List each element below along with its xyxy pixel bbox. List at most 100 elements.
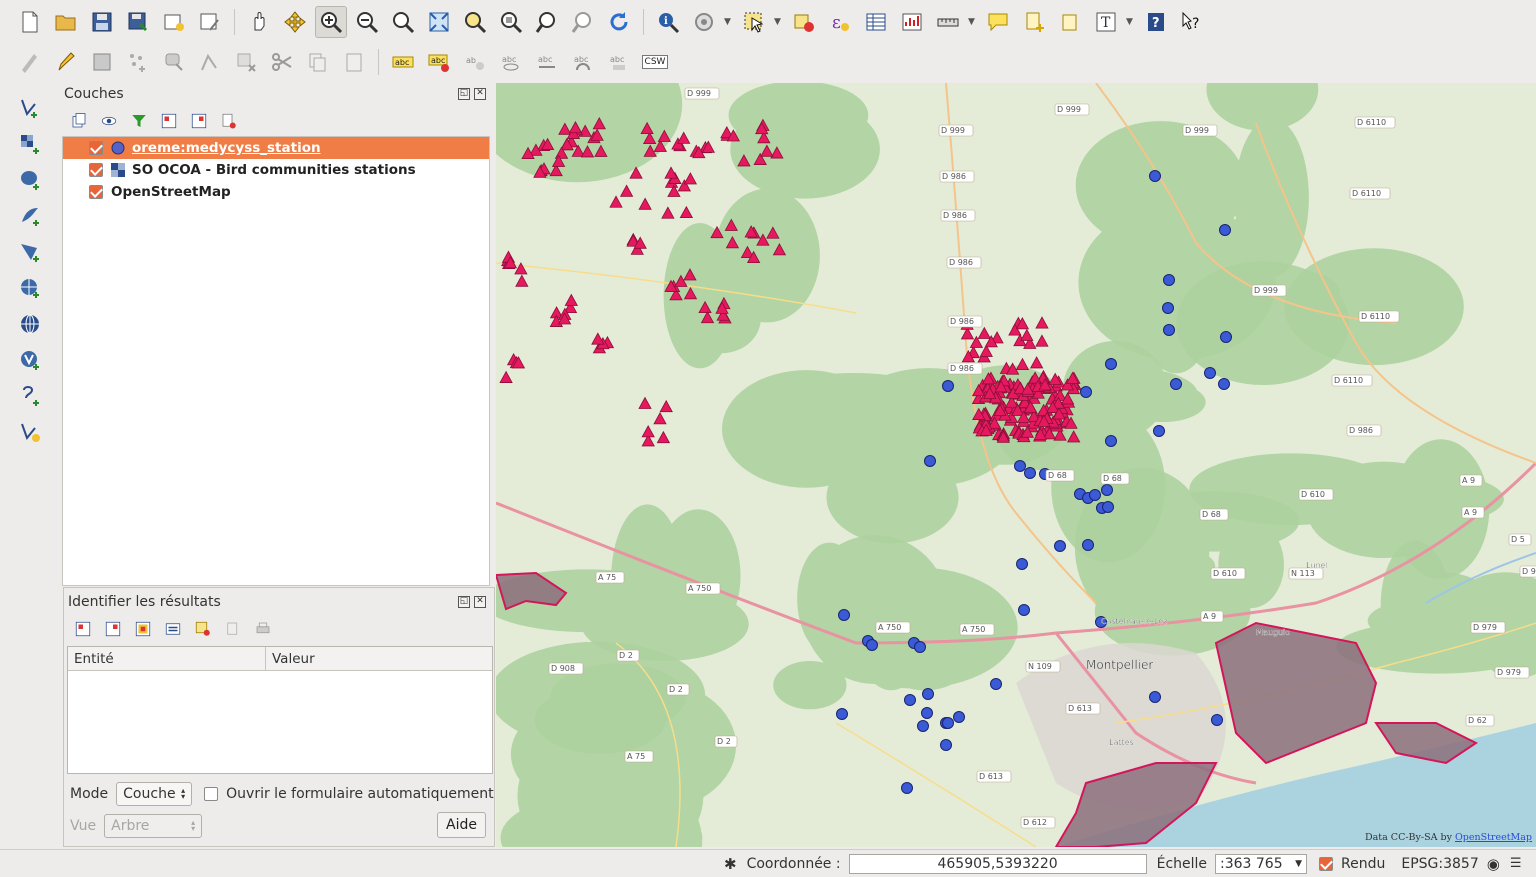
layer-item-openstreetmap[interactable]: OpenStreetMap xyxy=(63,181,489,203)
column-header-value[interactable]: Valeur xyxy=(266,647,321,670)
cut-icon[interactable] xyxy=(266,46,298,78)
new-print-composer-icon[interactable] xyxy=(158,6,190,38)
move-label-icon[interactable]: abc xyxy=(531,46,563,78)
add-mssql-layer-icon[interactable] xyxy=(13,236,47,268)
float-panel-icon[interactable]: ◱ xyxy=(458,596,470,608)
zoom-full-icon[interactable] xyxy=(423,6,455,38)
close-icon[interactable]: ✕ xyxy=(474,596,486,608)
attribute-table-icon[interactable] xyxy=(860,6,892,38)
text-annotation-icon[interactable]: T xyxy=(1090,6,1122,38)
field-calculator-icon[interactable]: ε xyxy=(824,6,856,38)
copy-feature-icon[interactable] xyxy=(222,618,244,640)
help-icon[interactable]: ? xyxy=(1140,6,1172,38)
pan-icon[interactable] xyxy=(243,6,275,38)
add-vector-layer-icon[interactable] xyxy=(13,92,47,124)
coordinate-field[interactable]: 465905,5393220 xyxy=(848,853,1147,874)
column-header-entity[interactable]: Entité xyxy=(68,647,266,670)
remove-layer-icon[interactable] xyxy=(218,110,240,132)
move-feature-icon[interactable] xyxy=(158,46,190,78)
zoom-last-icon[interactable] xyxy=(531,6,563,38)
layer-visibility-checkbox[interactable] xyxy=(89,141,103,155)
add-spatialite-layer-icon[interactable] xyxy=(13,200,47,232)
map-canvas[interactable]: D 999 D 999 D 999 D 999 D 999 D 6110 D 6110 D 6… xyxy=(496,83,1536,847)
pin-label-icon[interactable]: abc xyxy=(423,46,455,78)
add-wcs-layer-icon[interactable] xyxy=(13,308,47,340)
add-group-icon[interactable] xyxy=(68,110,90,132)
expand-tree-icon[interactable] xyxy=(72,618,94,640)
view-select[interactable]: Arbre ▴ ▾ xyxy=(104,814,203,838)
add-raster-layer-icon[interactable] xyxy=(13,128,47,160)
layer-item-medycyss-station[interactable]: oreme:medycyss_station xyxy=(63,137,489,159)
show-hide-label-icon[interactable]: ab xyxy=(459,46,491,78)
attribution-link[interactable]: OpenStreetMap xyxy=(1455,832,1532,843)
copy-icon[interactable] xyxy=(302,46,334,78)
rotate-label-icon[interactable]: abc xyxy=(567,46,599,78)
zoom-to-layer-icon[interactable] xyxy=(495,6,527,38)
zoom-native-icon[interactable] xyxy=(387,6,419,38)
csw-icon[interactable]: CSW xyxy=(639,46,671,78)
print-icon[interactable] xyxy=(252,618,274,640)
layer-visibility-checkbox[interactable] xyxy=(89,163,103,177)
add-postgis-layer-icon[interactable] xyxy=(13,164,47,196)
expand-all-icon[interactable] xyxy=(158,110,180,132)
layer-item-bird-communities[interactable]: SO OCOA - Bird communities stations xyxy=(63,159,489,181)
render-checkbox[interactable] xyxy=(1319,856,1334,871)
deselect-icon[interactable] xyxy=(788,6,820,38)
manage-visibility-icon[interactable] xyxy=(98,110,120,132)
zoom-next-icon[interactable] xyxy=(567,6,599,38)
delete-selected-icon[interactable] xyxy=(230,46,262,78)
mode-select[interactable]: Couche ▴ ▾ xyxy=(116,782,193,806)
open-project-icon[interactable] xyxy=(50,6,82,38)
collapse-all-icon[interactable] xyxy=(188,110,210,132)
save-edits-icon[interactable] xyxy=(86,46,118,78)
paste-icon[interactable] xyxy=(338,46,370,78)
add-wms-layer-icon[interactable] xyxy=(13,272,47,304)
new-project-icon[interactable] xyxy=(14,6,46,38)
new-bookmark-icon[interactable] xyxy=(1018,6,1050,38)
show-bookmarks-icon[interactable] xyxy=(1054,6,1086,38)
preview-label-icon[interactable]: abc xyxy=(495,46,527,78)
zoom-out-icon[interactable] xyxy=(351,6,383,38)
zoom-in-icon[interactable] xyxy=(315,6,347,38)
auto-open-form-checkbox[interactable] xyxy=(204,787,219,801)
expand-new-results-icon[interactable] xyxy=(132,618,154,640)
messages-icon[interactable]: ☰ xyxy=(1510,856,1522,871)
whats-this-icon[interactable]: ? xyxy=(1176,6,1208,38)
crs-label[interactable]: EPSG:3857 xyxy=(1401,856,1478,872)
composer-manager-icon[interactable] xyxy=(194,6,226,38)
float-panel-icon[interactable]: ◱ xyxy=(458,88,470,100)
coordinate-mode-icon[interactable]: ✱ xyxy=(724,855,737,873)
pan-to-selection-icon[interactable] xyxy=(279,6,311,38)
refresh-icon[interactable] xyxy=(603,6,635,38)
chevron-down-icon[interactable]: ▼ xyxy=(968,17,978,27)
select-icon[interactable] xyxy=(738,6,770,38)
measure-icon[interactable] xyxy=(932,6,964,38)
chevron-down-icon[interactable]: ▼ xyxy=(1126,17,1136,27)
label-icon[interactable]: abc xyxy=(387,46,419,78)
node-tool-icon[interactable] xyxy=(194,46,226,78)
collapse-tree-icon[interactable] xyxy=(102,618,124,640)
action-icon[interactable] xyxy=(688,6,720,38)
save-project-icon[interactable] xyxy=(86,6,118,38)
scale-combo[interactable]: :363 765 ▼ xyxy=(1215,853,1308,874)
digitize-icon[interactable] xyxy=(14,46,46,78)
new-shapefile-layer-icon[interactable] xyxy=(13,416,47,448)
statistics-icon[interactable] xyxy=(896,6,928,38)
clear-results-icon[interactable] xyxy=(192,618,214,640)
change-label-icon[interactable]: abc xyxy=(603,46,635,78)
close-icon[interactable]: ✕ xyxy=(474,88,486,100)
crs-globe-icon[interactable]: ◉ xyxy=(1487,855,1500,873)
identify-icon[interactable]: i xyxy=(652,6,684,38)
chevron-down-icon[interactable]: ▼ xyxy=(774,17,784,27)
layer-visibility-checkbox[interactable] xyxy=(89,185,103,199)
filter-legend-icon[interactable] xyxy=(128,110,150,132)
toggle-editing-icon[interactable] xyxy=(50,46,82,78)
map-tips-icon[interactable] xyxy=(982,6,1014,38)
add-delimited-text-icon[interactable] xyxy=(13,380,47,412)
chevron-down-icon[interactable]: ▼ xyxy=(724,17,734,27)
save-as-icon[interactable] xyxy=(122,6,154,38)
add-wfs-layer-icon[interactable] xyxy=(13,344,47,376)
open-form-icon[interactable] xyxy=(162,618,184,640)
zoom-to-selection-icon[interactable] xyxy=(459,6,491,38)
help-button[interactable]: Aide xyxy=(437,812,486,838)
